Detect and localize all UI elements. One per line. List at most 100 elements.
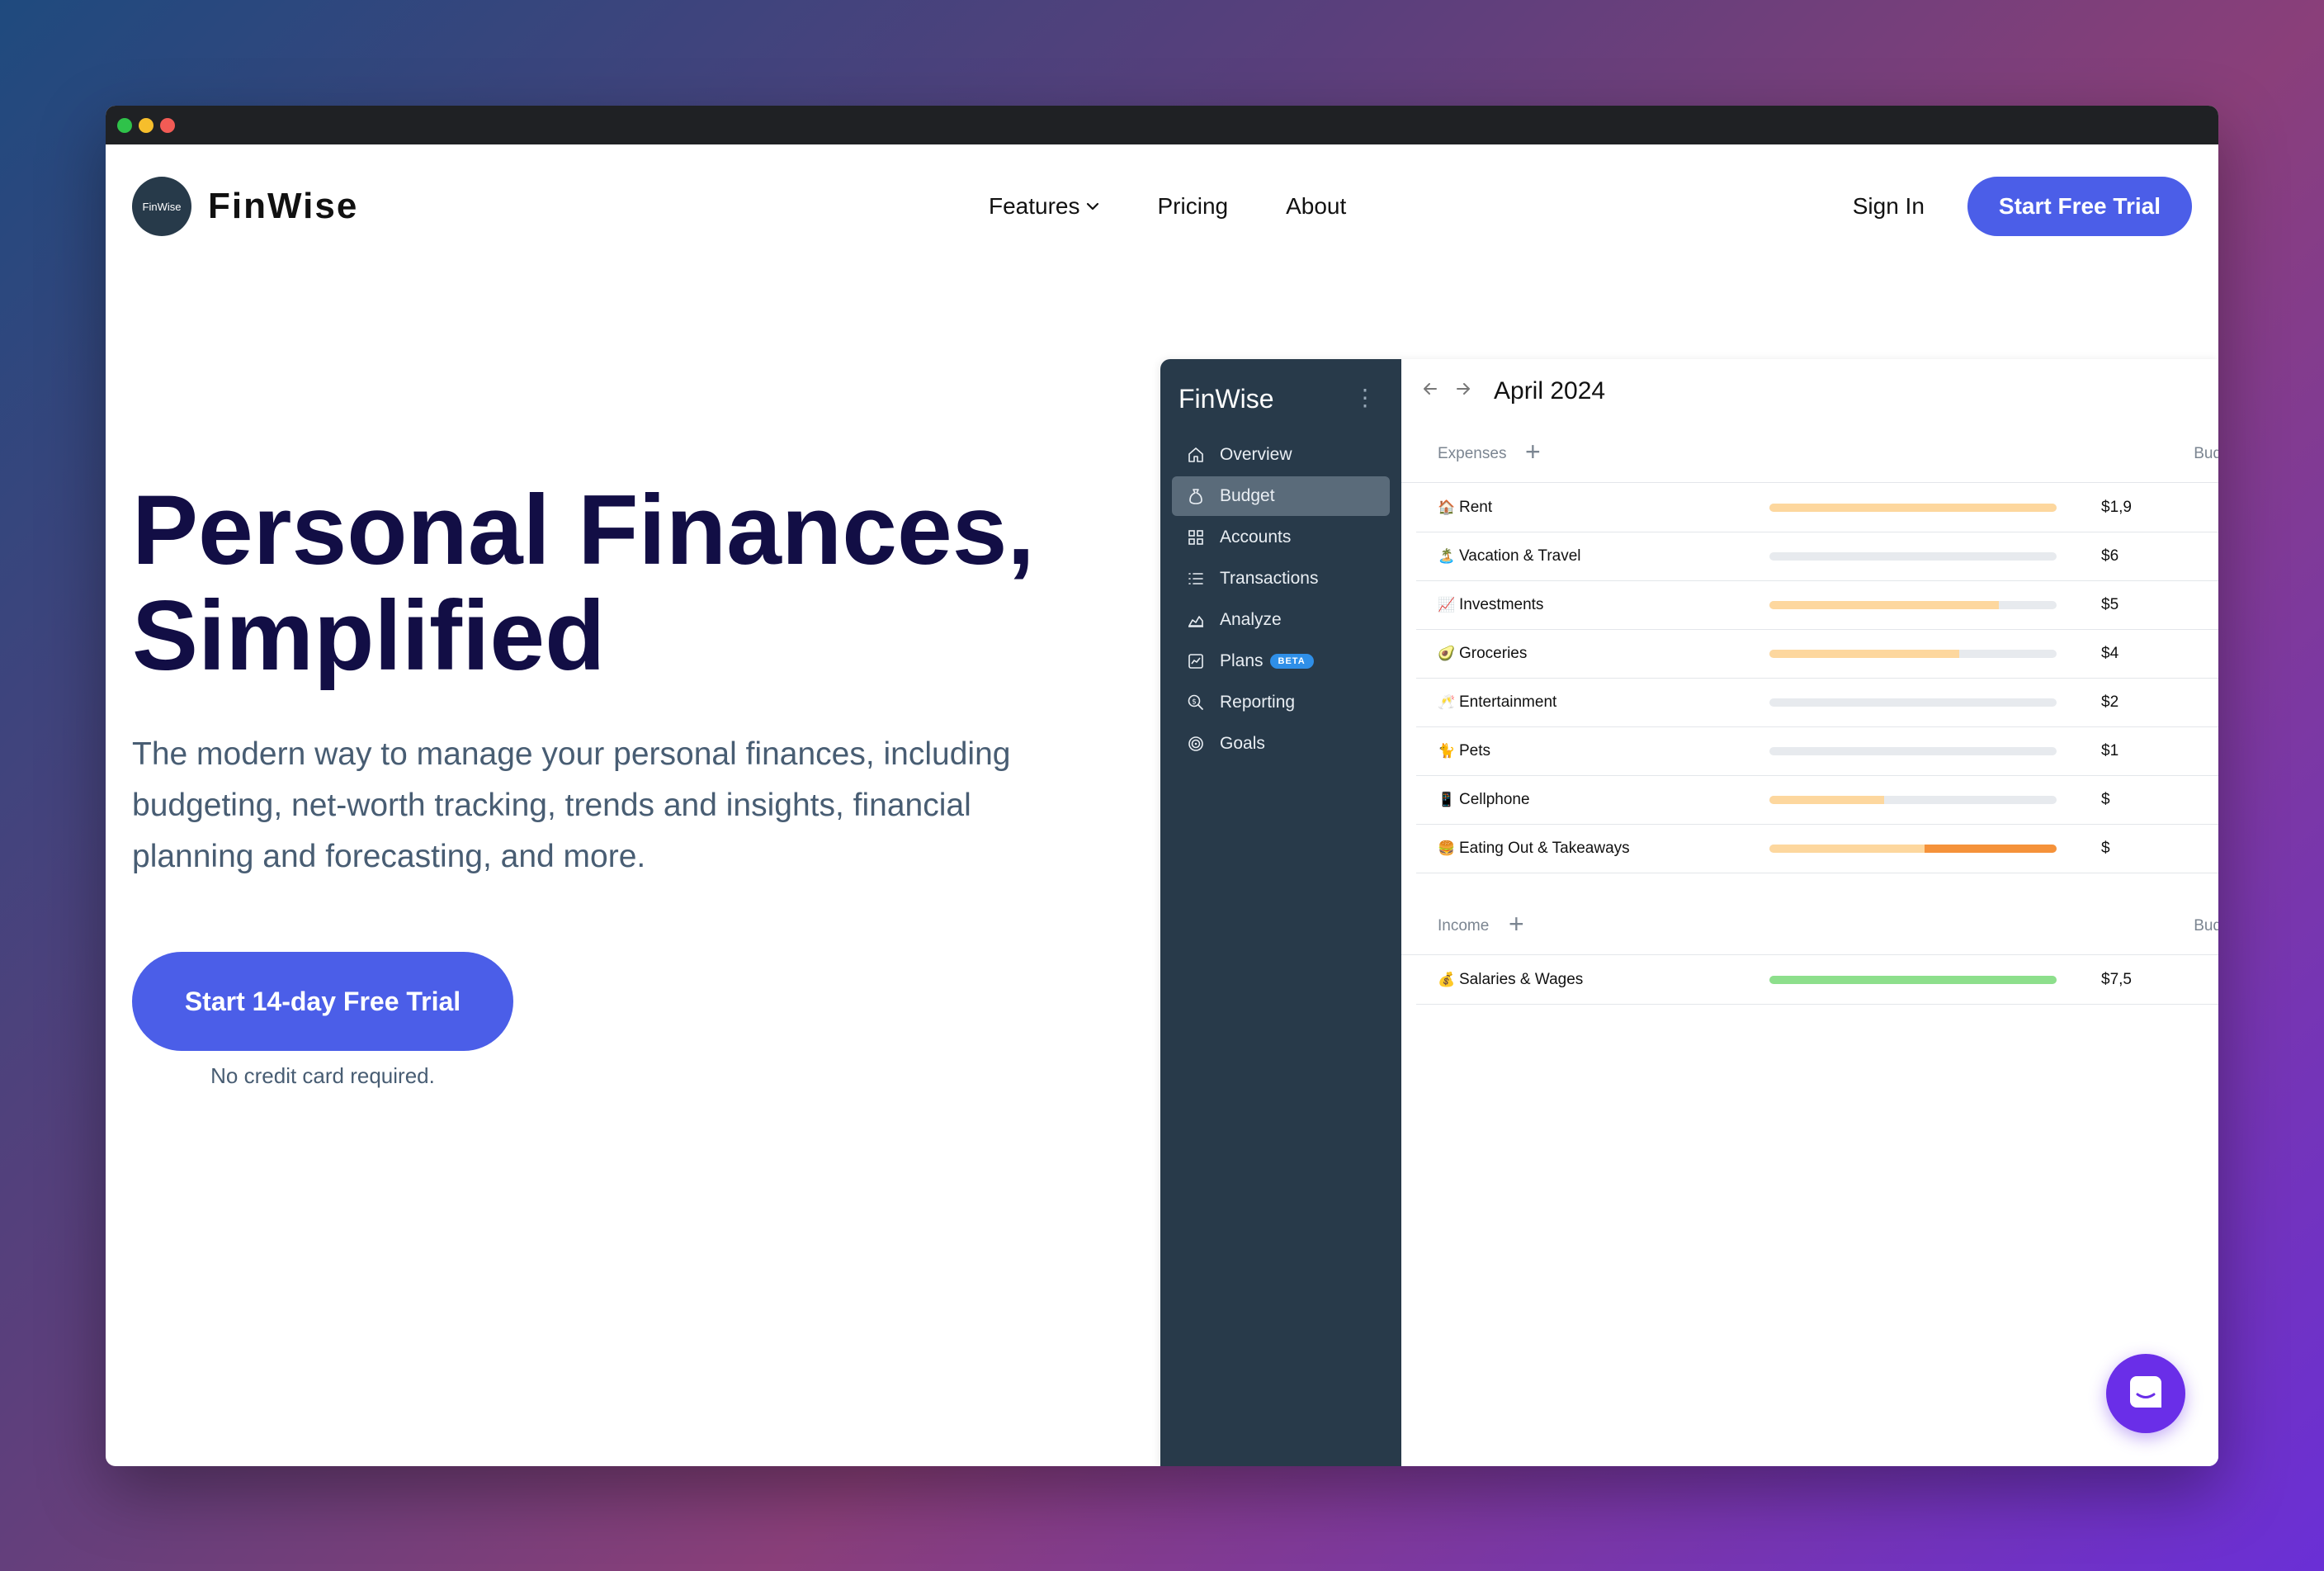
category-emoji-icon: 🥑 — [1438, 646, 1456, 661]
app-main: April 2024 Expenses + Bud 🏠 Rent $1,9 🏝️ Vac… — [1401, 359, 2218, 1466]
sidebar-item-transactions[interactable]: Transactions — [1172, 559, 1390, 599]
progress-bar — [1769, 747, 2057, 755]
progress-bar-overspend-fill — [1924, 845, 2057, 853]
nav-link-label: Features — [989, 193, 1080, 219]
brand[interactable]: FinWise FinWise — [132, 177, 358, 236]
grid-icon — [1185, 527, 1207, 548]
budget-amount: $1 — [2101, 742, 2119, 759]
category-emoji-icon: 🥂 — [1438, 694, 1456, 710]
progress-bar — [1769, 504, 2057, 512]
progress-bar-fill — [1769, 601, 2000, 609]
browser-window: FinWise FinWise Features Pricing About S… — [106, 106, 2218, 1466]
budget-amount: $4 — [2101, 645, 2119, 662]
start-14-day-trial-button[interactable]: Start 14-day Free Trial — [132, 952, 513, 1051]
nav-link-pricing[interactable]: Pricing — [1158, 193, 1229, 220]
arrow-left-icon[interactable] — [1419, 378, 1441, 405]
no-credit-card-note: No credit card required. — [210, 1063, 435, 1088]
budget-row[interactable]: 📱 Cellphone $ — [1416, 776, 2218, 825]
add-income-icon[interactable]: + — [1509, 909, 1524, 939]
category-label: Vacation & Travel — [1459, 547, 1581, 565]
category-label: Cellphone — [1459, 791, 1530, 808]
budget-amount: $7,5 — [2101, 971, 2132, 988]
sidebar-item-label: Goals — [1220, 734, 1265, 753]
budget-row[interactable]: 🍔 Eating Out & Takeaways $ — [1416, 825, 2218, 873]
beta-badge: BETA — [1269, 654, 1314, 669]
arrow-right-icon[interactable] — [1452, 378, 1474, 405]
budget-row[interactable]: 🥑 Groceries $4 — [1416, 630, 2218, 679]
progress-bar-fill — [1769, 504, 2057, 512]
hero-title-line-1: Personal Finances, — [132, 475, 1035, 585]
category-label: Pets — [1459, 742, 1491, 759]
sidebar-menu: Overview Budget Accounts Transactions An… — [1172, 435, 1390, 765]
add-expense-icon[interactable]: + — [1525, 437, 1541, 467]
progress-bar — [1769, 698, 2057, 707]
sidebar-item-goals[interactable]: Goals — [1172, 724, 1390, 764]
budget-row[interactable]: 💰 Salaries & Wages $7,5 — [1416, 956, 2218, 1005]
window-maximize-button[interactable] — [160, 117, 175, 133]
hero-subtitle: The modern way to manage your personal f… — [132, 736, 1011, 874]
month-navigator: April 2024 — [1419, 377, 1605, 405]
nav-links: Features Pricing About — [989, 193, 1346, 220]
progress-bar — [1769, 552, 2057, 561]
sidebar-item-plans[interactable]: Plans BETA — [1172, 641, 1390, 681]
home-icon — [1185, 444, 1207, 466]
progress-bar-fill — [1769, 845, 1925, 853]
sidebar-item-overview[interactable]: Overview — [1172, 435, 1390, 475]
line-chart-icon — [1185, 651, 1207, 672]
sidebar-item-analyze[interactable]: Analyze — [1172, 600, 1390, 640]
nav-link-about[interactable]: About — [1286, 193, 1346, 220]
app-sidebar-title: FinWise — [1179, 384, 1274, 414]
budget-row[interactable]: 🏠 Rent $1,9 — [1416, 484, 2218, 532]
search-dollar-icon: $ — [1185, 692, 1207, 713]
site-navbar: FinWise FinWise Features Pricing About S… — [106, 144, 2218, 268]
start-free-trial-button[interactable]: Start Free Trial — [1967, 177, 2192, 236]
sidebar-item-label: Overview — [1220, 445, 1292, 464]
budget-column-header: Bud — [2194, 917, 2218, 935]
app-sidebar: FinWise ⋮ Overview Budget Accounts Trans… — [1160, 359, 1401, 1466]
progress-bar — [1769, 796, 2057, 804]
progress-bar-fill — [1769, 976, 2057, 984]
window-close-button[interactable] — [117, 117, 132, 133]
sidebar-item-label: Plans — [1220, 651, 1264, 670]
hero-title-line-2: Simplified — [132, 580, 606, 691]
sidebar-item-label: Accounts — [1220, 528, 1292, 547]
progress-bar-fill — [1769, 650, 1959, 658]
sign-in-link[interactable]: Sign In — [1853, 193, 1925, 220]
kebab-menu-icon[interactable]: ⋮ — [1353, 384, 1377, 411]
progress-bar — [1769, 601, 2057, 609]
category-emoji-icon: 📱 — [1438, 792, 1456, 807]
sidebar-item-accounts[interactable]: Accounts — [1172, 518, 1390, 557]
category-emoji-icon: 🍔 — [1438, 840, 1456, 856]
sidebar-item-budget[interactable]: Budget — [1172, 476, 1390, 516]
list-icon — [1185, 568, 1207, 589]
progress-bar — [1769, 976, 2057, 984]
brand-name[interactable]: FinWise — [208, 186, 358, 227]
window-minimize-button[interactable] — [139, 117, 154, 133]
current-month: April 2024 — [1494, 377, 1606, 405]
category-label: Investments — [1459, 596, 1544, 613]
progress-bar — [1769, 845, 2057, 853]
budget-row[interactable]: 📈 Investments $5 — [1416, 581, 2218, 630]
category-label: Groceries — [1459, 645, 1528, 662]
budget-amount: $ — [2101, 791, 2110, 808]
chat-icon — [2125, 1371, 2166, 1417]
income-header: Income + Bud — [1401, 899, 2218, 955]
budget-amount: $ — [2101, 840, 2110, 857]
expenses-label: Expenses — [1438, 445, 1507, 462]
money-bag-icon — [1185, 485, 1207, 507]
budget-amount: $5 — [2101, 596, 2119, 613]
budget-row[interactable]: 🥂 Entertainment $2 — [1416, 679, 2218, 727]
nav-link-features[interactable]: Features — [989, 193, 1100, 220]
chat-launcher[interactable] — [2106, 1354, 2185, 1433]
category-label: Entertainment — [1459, 693, 1557, 711]
logo[interactable]: FinWise — [132, 177, 191, 236]
sidebar-item-label: Analyze — [1220, 610, 1282, 629]
budget-row[interactable]: 🏝️ Vacation & Travel $6 — [1416, 532, 2218, 581]
target-icon — [1185, 733, 1207, 755]
sidebar-item-label: Transactions — [1220, 569, 1319, 588]
sidebar-item-reporting[interactable]: $ Reporting — [1172, 683, 1390, 722]
progress-bar — [1769, 650, 2057, 658]
app-preview: FinWise ⋮ Overview Budget Accounts Trans… — [1160, 359, 2218, 1466]
category-label: Rent — [1459, 499, 1493, 516]
budget-row[interactable]: 🐈 Pets $1 — [1416, 727, 2218, 776]
